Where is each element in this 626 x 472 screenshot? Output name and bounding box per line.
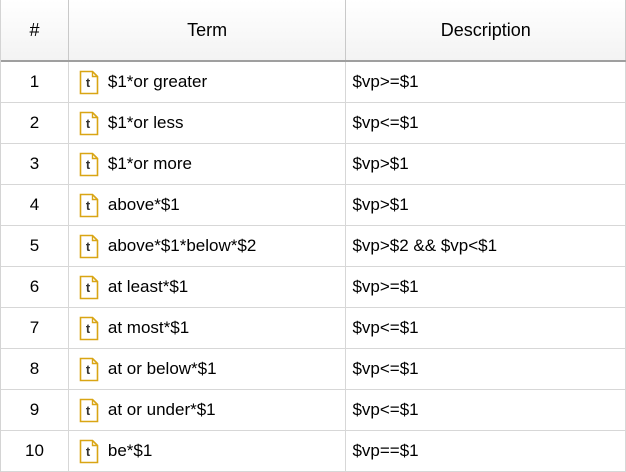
term-cell[interactable]: t at least*$1	[69, 267, 347, 307]
term-cell[interactable]: t above*$1	[69, 185, 347, 225]
text-term-icon: t	[79, 193, 99, 218]
table-row[interactable]: 8 t at or below*$1 $vp<=$1	[1, 349, 626, 390]
term-cell[interactable]: t above*$1*below*$2	[69, 226, 347, 266]
row-number: 8	[1, 349, 69, 389]
svg-text:t: t	[86, 198, 91, 213]
terms-table: # Term Description 1 t $1*or greater $vp>=$…	[0, 0, 626, 472]
table-row[interactable]: 9 t at or under*$1 $vp<=$1	[1, 390, 626, 431]
term-cell[interactable]: t $1*or more	[69, 144, 347, 184]
row-number: 5	[1, 226, 69, 266]
row-number: 3	[1, 144, 69, 184]
term-cell[interactable]: t $1*or less	[69, 103, 347, 143]
description-cell[interactable]: $vp<=$1	[346, 308, 626, 348]
term-cell[interactable]: t be*$1	[69, 431, 347, 471]
term-text: above*$1	[107, 195, 180, 214]
svg-text:t: t	[86, 157, 91, 172]
text-term-icon: t	[79, 70, 99, 95]
table-row[interactable]: 7 t at most*$1 $vp<=$1	[1, 308, 626, 349]
description-cell[interactable]: $vp>$2 && $vp<$1	[346, 226, 626, 266]
row-number: 1	[1, 62, 69, 102]
row-number: 7	[1, 308, 69, 348]
term-cell[interactable]: t at or under*$1	[69, 390, 347, 430]
svg-text:t: t	[86, 444, 91, 459]
text-term-icon: t	[79, 234, 99, 259]
table-row[interactable]: 6 t at least*$1 $vp>=$1	[1, 267, 626, 308]
table-row[interactable]: 10 t be*$1 $vp==$1	[1, 431, 626, 472]
term-cell[interactable]: t at or below*$1	[69, 349, 347, 389]
svg-text:t: t	[86, 239, 91, 254]
description-cell[interactable]: $vp==$1	[346, 431, 626, 471]
svg-text:t: t	[86, 280, 91, 295]
description-cell[interactable]: $vp<=$1	[346, 349, 626, 389]
term-text: above*$1*below*$2	[107, 236, 257, 255]
term-cell[interactable]: t $1*or greater	[69, 62, 347, 102]
table-row[interactable]: 2 t $1*or less $vp<=$1	[1, 103, 626, 144]
term-text: be*$1	[107, 441, 153, 460]
row-number: 6	[1, 267, 69, 307]
term-text: $1*or less	[107, 113, 184, 132]
term-text: at or under*$1	[107, 400, 216, 419]
table-row[interactable]: 3 t $1*or more $vp>$1	[1, 144, 626, 185]
description-cell[interactable]: $vp<=$1	[346, 390, 626, 430]
term-cell[interactable]: t at most*$1	[69, 308, 347, 348]
description-cell[interactable]: $vp>=$1	[346, 267, 626, 307]
description-cell[interactable]: $vp>=$1	[346, 62, 626, 102]
svg-text:t: t	[86, 321, 91, 336]
text-term-icon: t	[79, 111, 99, 136]
table-body: 1 t $1*or greater $vp>=$1 2 t $1*or less $vp<=$…	[1, 62, 626, 472]
text-term-icon: t	[79, 316, 99, 341]
text-term-icon: t	[79, 275, 99, 300]
column-header-description[interactable]: Description	[346, 0, 626, 60]
term-text: $1*or more	[107, 154, 192, 173]
svg-text:t: t	[86, 362, 91, 377]
table-row[interactable]: 1 t $1*or greater $vp>=$1	[1, 62, 626, 103]
table-row[interactable]: 4 t above*$1 $vp>$1	[1, 185, 626, 226]
term-text: at most*$1	[107, 318, 190, 337]
row-number: 10	[1, 431, 69, 471]
table-header: # Term Description	[1, 0, 626, 62]
term-text: at or below*$1	[107, 359, 217, 378]
svg-text:t: t	[86, 116, 91, 131]
description-cell[interactable]: $vp<=$1	[346, 103, 626, 143]
term-text: at least*$1	[107, 277, 189, 296]
description-cell[interactable]: $vp>$1	[346, 185, 626, 225]
text-term-icon: t	[79, 398, 99, 423]
svg-text:t: t	[86, 75, 91, 90]
column-header-term[interactable]: Term	[69, 0, 347, 60]
text-term-icon: t	[79, 357, 99, 382]
svg-text:t: t	[86, 403, 91, 418]
text-term-icon: t	[79, 439, 99, 464]
row-number: 9	[1, 390, 69, 430]
row-number: 2	[1, 103, 69, 143]
table-row[interactable]: 5 t above*$1*below*$2 $vp>$2 && $vp<$1	[1, 226, 626, 267]
term-text: $1*or greater	[107, 72, 208, 91]
description-cell[interactable]: $vp>$1	[346, 144, 626, 184]
row-number: 4	[1, 185, 69, 225]
column-header-number[interactable]: #	[1, 0, 69, 60]
text-term-icon: t	[79, 152, 99, 177]
